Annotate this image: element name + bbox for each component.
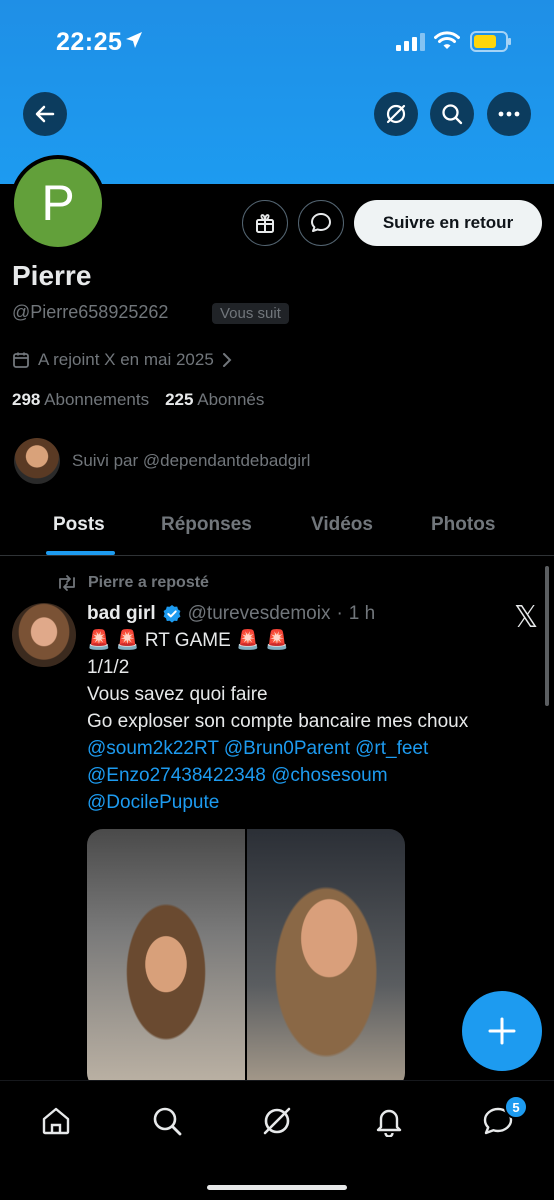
profile-tabs: Posts Réponses Vidéos Photos bbox=[0, 500, 554, 556]
following-count: 298 bbox=[12, 390, 41, 409]
messages-badge: 5 bbox=[504, 1095, 528, 1119]
search-icon bbox=[442, 104, 463, 125]
chevron-right-icon bbox=[222, 353, 232, 367]
mention-link[interactable]: @Enzo27438422348 bbox=[87, 765, 266, 786]
post-photo[interactable] bbox=[247, 829, 405, 1089]
mention-link[interactable]: @soum2k22RT bbox=[87, 738, 219, 759]
mention-link[interactable]: @rt_feet bbox=[355, 738, 428, 759]
gift-button[interactable] bbox=[242, 200, 288, 246]
grok-icon bbox=[263, 1107, 291, 1135]
profile-name: Pierre bbox=[12, 260, 92, 291]
plus-icon bbox=[488, 1017, 516, 1045]
post-mentions-line-2: @Enzo27438422348 @chosesoum bbox=[87, 762, 527, 789]
following-stat[interactable]: 298 Abonnements bbox=[12, 390, 149, 410]
verified-badge-icon bbox=[162, 604, 182, 624]
scrollbar[interactable] bbox=[545, 566, 549, 706]
nav-search[interactable] bbox=[147, 1101, 187, 1141]
location-arrow-icon bbox=[124, 30, 144, 55]
mention-link[interactable]: @DocilePupute bbox=[87, 792, 219, 813]
avatar-letter: P bbox=[41, 175, 75, 231]
post-content[interactable]: bad girl @turevesdemoix · 1 h 🚨 🚨 RT GAM… bbox=[87, 600, 527, 816]
compose-post-button[interactable] bbox=[462, 991, 542, 1071]
post-author-avatar[interactable] bbox=[12, 603, 76, 667]
tab-replies[interactable]: Réponses bbox=[161, 514, 252, 536]
grok-button[interactable] bbox=[374, 92, 418, 136]
joined-date-row[interactable]: A rejoint X en mai 2025 bbox=[12, 350, 232, 370]
nav-home[interactable] bbox=[36, 1101, 76, 1141]
profile-avatar[interactable]: P bbox=[10, 155, 106, 251]
post-author-handle[interactable]: @turevesdemoix bbox=[188, 600, 331, 627]
post-time: 1 h bbox=[348, 603, 376, 624]
following-label: Abonnements bbox=[44, 390, 150, 409]
tab-photos[interactable]: Photos bbox=[431, 514, 495, 536]
post-line-3: Vous savez quoi faire bbox=[87, 684, 268, 705]
followers-count: 225 bbox=[165, 390, 194, 409]
profile-handle: @Pierre658925262 bbox=[12, 302, 169, 322]
post-line-2: 1/1/2 bbox=[87, 657, 130, 678]
bottom-nav: 5 bbox=[0, 1080, 554, 1200]
more-button[interactable] bbox=[487, 92, 531, 136]
followers-label: Abonnés bbox=[197, 390, 265, 409]
joined-date: A rejoint X en mai 2025 bbox=[38, 350, 214, 369]
status-bar: 22:25 bbox=[0, 0, 554, 84]
mention-link[interactable]: @chosesoum bbox=[271, 765, 387, 786]
post-mentions-line-1: @soum2k22RT @Brun0Parent @rt_feet bbox=[87, 735, 527, 762]
followed-by-text: Suivi par @dependantdebadgirl bbox=[72, 451, 311, 470]
search-icon bbox=[153, 1107, 182, 1136]
tab-posts[interactable]: Posts bbox=[53, 514, 105, 536]
more-icon bbox=[498, 111, 520, 117]
wifi-icon bbox=[434, 31, 460, 56]
back-button[interactable] bbox=[23, 92, 67, 136]
battery-icon bbox=[470, 31, 511, 52]
tab-videos[interactable]: Vidéos bbox=[311, 514, 373, 536]
post-line-4: Go exploser son compte bancaire mes chou… bbox=[87, 711, 469, 732]
bell-icon bbox=[376, 1109, 402, 1137]
post-separator: · bbox=[336, 603, 343, 624]
nav-grok[interactable] bbox=[257, 1101, 297, 1141]
follow-stats: 298 Abonnements 225 Abonnés bbox=[12, 390, 264, 410]
post-author-name[interactable]: bad girl bbox=[87, 600, 156, 627]
post-media[interactable] bbox=[87, 829, 405, 1089]
cellular-signal-icon bbox=[396, 33, 426, 56]
gift-icon bbox=[256, 214, 274, 233]
grok-icon bbox=[386, 104, 406, 124]
post-mentions-line-3: @DocilePupute bbox=[87, 789, 527, 816]
message-bubble-icon bbox=[311, 213, 331, 232]
repost-label-row: Pierre a reposté bbox=[56, 574, 209, 592]
message-button[interactable] bbox=[298, 200, 344, 246]
back-arrow-icon bbox=[35, 105, 55, 123]
home-icon bbox=[42, 1107, 70, 1135]
active-tab-indicator bbox=[46, 551, 115, 555]
mention-link[interactable]: @Brun0Parent bbox=[224, 738, 350, 759]
followed-by-row[interactable]: Suivi par @dependantdebadgirl bbox=[14, 438, 310, 484]
calendar-icon bbox=[13, 352, 29, 368]
follower-avatar bbox=[14, 438, 60, 484]
follows-you-badge: Vous suit bbox=[212, 303, 289, 324]
follow-back-button[interactable]: Suivre en retour bbox=[354, 200, 542, 246]
home-indicator bbox=[207, 1185, 347, 1190]
repost-icon bbox=[59, 575, 75, 591]
post-header: bad girl @turevesdemoix · 1 h bbox=[87, 600, 527, 627]
status-time: 22:25 bbox=[56, 28, 123, 56]
post-photo[interactable] bbox=[87, 829, 245, 1089]
search-button[interactable] bbox=[430, 92, 474, 136]
repost-label: Pierre a reposté bbox=[88, 574, 209, 591]
followers-stat[interactable]: 225 Abonnés bbox=[165, 390, 264, 410]
nav-notifications[interactable] bbox=[369, 1101, 409, 1141]
post-line-1: 🚨 🚨 RT GAME 🚨 🚨 bbox=[87, 630, 289, 651]
